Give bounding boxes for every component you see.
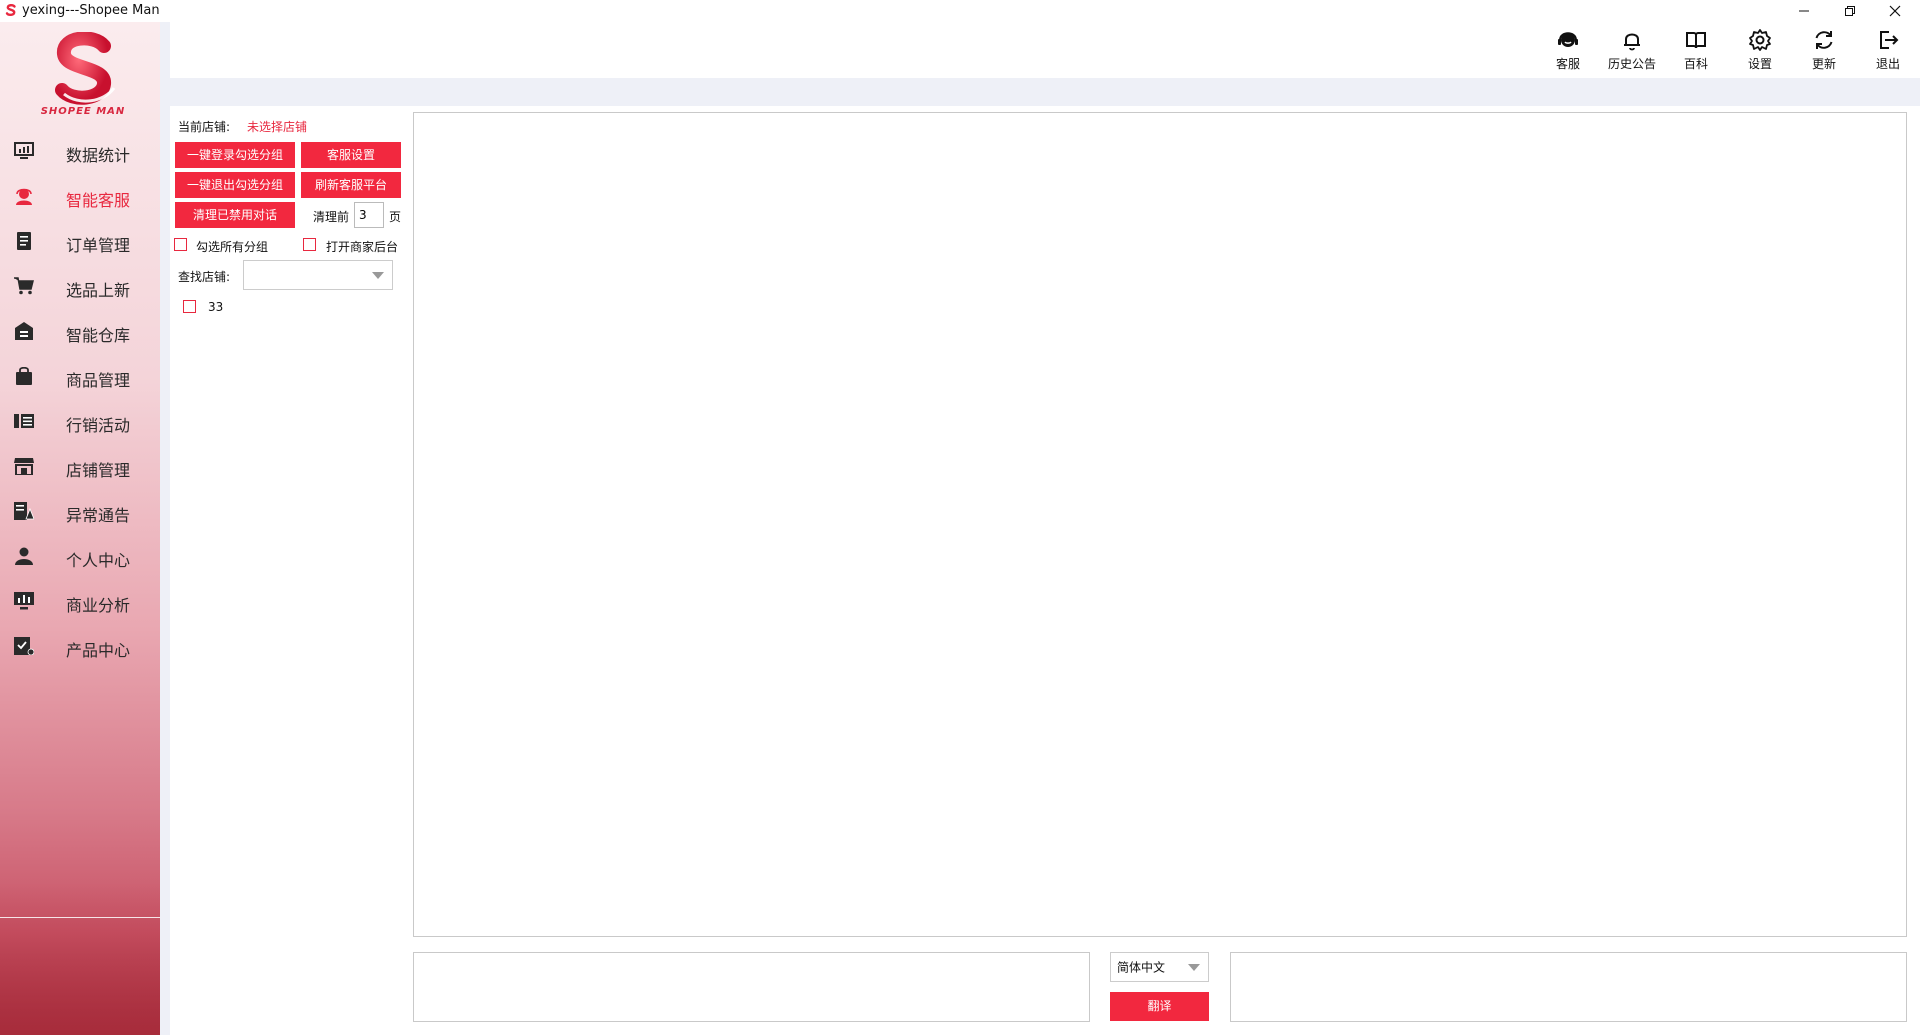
clear-disabled-chats-button[interactable]: 清理已禁用对话: [175, 202, 295, 228]
sidebar-item-product-selection[interactable]: 选品上新: [0, 269, 160, 303]
warehouse-icon: [15, 322, 33, 340]
toolbar-update-button[interactable]: 更新: [1794, 28, 1854, 76]
group-item-label: 33: [208, 300, 224, 314]
toolbar-customer-service-button[interactable]: 客服: [1538, 28, 1598, 76]
shopping-cart-icon: [14, 277, 34, 295]
sidebar-item-label: 智能客服: [66, 191, 131, 210]
sidebar-item-label: 选品上新: [66, 281, 131, 300]
sidebar-divider: [0, 917, 160, 918]
open-merchant-backend-label: 打开商家后台: [326, 240, 399, 254]
message-input-box[interactable]: [413, 952, 1090, 1022]
minimize-icon: [1799, 10, 1809, 12]
sidebar-item-alerts[interactable]: 异常通告: [0, 494, 160, 528]
open-merchant-backend-checkbox[interactable]: [303, 238, 316, 251]
group-item-checkbox[interactable]: [183, 300, 196, 313]
bell-icon: [1624, 33, 1640, 51]
refresh-service-platform-button[interactable]: 刷新客服平台: [301, 172, 401, 198]
close-icon: [1889, 5, 1901, 17]
user-headset-icon: [16, 188, 32, 205]
sidebar-item-label: 订单管理: [66, 236, 131, 255]
sidebar-item-profile[interactable]: 个人中心: [0, 539, 160, 573]
storefront-icon: [14, 458, 34, 475]
sidebar-item-label: 异常通告: [66, 506, 131, 525]
toolbar-label: 历史公告: [1607, 57, 1656, 71]
logout-selected-groups-button[interactable]: 一键退出勾选分组: [175, 172, 295, 198]
language-value: 简体中文: [1117, 960, 1166, 975]
sidebar-item-marketing[interactable]: 行销活动: [0, 404, 160, 438]
pages-unit-label: 页: [389, 210, 402, 224]
sidebar-item-label: 店铺管理: [66, 461, 131, 480]
toolbar-label: 退出: [1875, 57, 1900, 71]
window-title: yexing---Shopee Man: [22, 3, 160, 18]
sidebar-item-label: 商业分析: [66, 596, 131, 615]
find-shop-label: 查找店铺:: [178, 270, 231, 284]
toolbar-exit-button[interactable]: 退出: [1858, 28, 1918, 76]
headset-icon: [1558, 32, 1578, 47]
sidebar-item-data-stats[interactable]: 数据统计: [0, 134, 160, 168]
toolbar-divider-strip: [170, 78, 1920, 106]
check-all-groups-label: 勾选所有分组: [196, 240, 269, 254]
current-shop-label: 当前店铺:: [178, 120, 231, 134]
refresh-icon: [1815, 31, 1833, 49]
clear-pages-input[interactable]: [354, 202, 384, 228]
language-select[interactable]: 简体中文: [1110, 952, 1209, 982]
toolbar-settings-button[interactable]: 设置: [1730, 28, 1790, 76]
title-bar: yexing---Shopee Man: [0, 0, 1920, 22]
book-icon: [1686, 32, 1706, 49]
close-button[interactable]: [1875, 0, 1915, 22]
sidebar-item-label: 商品管理: [66, 371, 131, 390]
clear-before-label: 清理前: [313, 210, 350, 224]
sidebar-item-label: 行销活动: [66, 416, 131, 435]
toolbar-label: 设置: [1747, 57, 1772, 71]
sidebar-item-warehouse[interactable]: 智能仓库: [0, 314, 160, 348]
shopping-bag-icon: [16, 367, 32, 385]
list-bars-icon: [14, 414, 34, 428]
gear-icon: [1749, 29, 1771, 51]
sidebar-item-label: 数据统计: [66, 146, 131, 165]
toolbar-label: 百科: [1683, 57, 1708, 71]
toolbar-label: 客服: [1555, 57, 1580, 71]
chat-display-area[interactable]: [413, 112, 1907, 937]
minimize-button[interactable]: [1784, 0, 1824, 22]
translation-output-box[interactable]: [1230, 952, 1907, 1022]
logout-icon: [1880, 31, 1899, 49]
sidebar-item-smart-service[interactable]: 智能客服: [0, 179, 160, 213]
restore-button[interactable]: [1830, 0, 1870, 22]
find-shop-select[interactable]: [243, 260, 393, 290]
sidebar-item-label: 个人中心: [66, 551, 131, 570]
restore-icon: [1845, 6, 1855, 16]
document-list-icon: [17, 232, 31, 250]
sidebar-item-product-center[interactable]: 产品中心: [0, 629, 160, 663]
toolbar-label: 更新: [1811, 57, 1836, 71]
sidebar: SHOPEE MAN 数据统计 智能客服 订单管理 选品上新 智能仓库 商品管理…: [0, 22, 160, 1035]
app-logo: SHOPEE MAN: [34, 31, 134, 122]
chevron-down-icon: [372, 272, 384, 279]
service-settings-button[interactable]: 客服设置: [301, 142, 401, 168]
top-toolbar: 客服 历史公告 百科 设置 更新 退出: [170, 22, 1920, 78]
sidebar-item-business-analysis[interactable]: 商业分析: [0, 584, 160, 618]
person-icon: [15, 547, 33, 565]
alert-notice-icon: [14, 502, 34, 520]
toolbar-history-notice-button[interactable]: 历史公告: [1602, 28, 1662, 76]
login-selected-groups-button[interactable]: 一键登录勾选分组: [175, 142, 295, 168]
check-all-groups-checkbox[interactable]: [174, 238, 187, 251]
current-shop-value: 未选择店铺: [247, 120, 308, 134]
product-box-icon: [14, 637, 34, 655]
sidebar-item-label: 产品中心: [66, 641, 131, 660]
service-control-panel: 当前店铺: 未选择店铺 一键登录勾选分组 客服设置 一键退出勾选分组 刷新客服平…: [170, 106, 410, 1035]
monitor-chart-icon: [14, 142, 34, 159]
sidebar-footer-glow: [0, 882, 160, 1035]
toolbar-wiki-button[interactable]: 百科: [1666, 28, 1726, 76]
analytics-monitor-icon: [14, 592, 34, 610]
shopee-man-logo-icon: [55, 31, 116, 105]
sidebar-item-orders[interactable]: 订单管理: [0, 224, 160, 258]
chevron-down-icon: [1188, 964, 1200, 971]
sidebar-item-shop-management[interactable]: 店铺管理: [0, 449, 160, 483]
logo-brand-text: SHOPEE MAN: [40, 106, 126, 117]
sidebar-item-products[interactable]: 商品管理: [0, 359, 160, 393]
content-gutter: [160, 22, 170, 1035]
app-logo-icon: [5, 4, 16, 16]
sidebar-item-label: 智能仓库: [66, 326, 131, 345]
translate-button[interactable]: 翻译: [1110, 992, 1209, 1021]
